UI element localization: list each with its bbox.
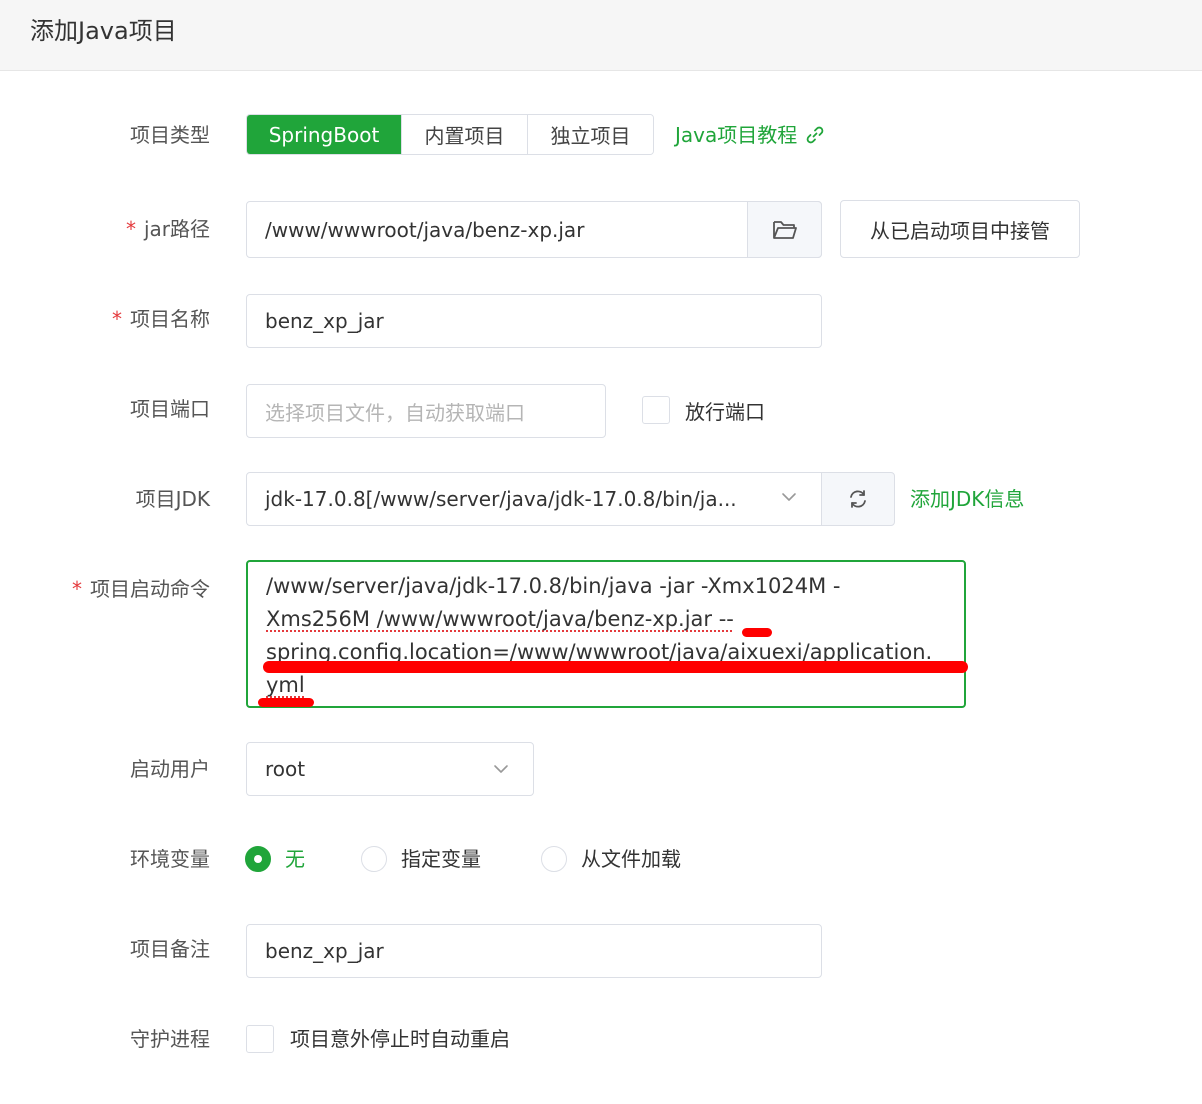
refresh-icon [847, 488, 869, 510]
start-user-select[interactable]: root [246, 742, 534, 796]
env-vars-label: 环境变量 [130, 847, 210, 871]
annotation-underline [263, 661, 968, 673]
project-port-label: 项目端口 [130, 397, 210, 421]
refresh-jdk-button[interactable] [821, 472, 895, 526]
command-line-2: Xms256M /www/wwwroot/java/benz-xp.jar -- [266, 607, 734, 631]
project-type-label: 项目类型 [130, 123, 210, 147]
project-name-input[interactable]: benz_xp_jar [246, 294, 822, 348]
project-type-standalone[interactable]: 独立项目 [527, 115, 653, 154]
command-line-4: yml [266, 673, 305, 697]
env-none-radio[interactable] [245, 846, 271, 872]
java-tutorial-link[interactable]: Java项目教程 [675, 121, 825, 149]
env-none-label: 无 [285, 847, 305, 871]
env-file-radio[interactable] [541, 846, 567, 872]
start-command-textarea[interactable]: /www/server/java/jdk-17.0.8/bin/java -ja… [246, 560, 966, 708]
dialog-header: 添加Java项目 [0, 0, 1202, 71]
project-type-builtin[interactable]: 内置项目 [401, 115, 527, 154]
project-note-input[interactable]: benz_xp_jar [246, 924, 822, 978]
add-jdk-link[interactable]: 添加JDK信息 [910, 485, 1024, 513]
auto-restart-checkbox[interactable] [246, 1025, 274, 1053]
takeover-running-project-button[interactable]: 从已启动项目中接管 [840, 200, 1080, 258]
env-file-label: 从文件加载 [581, 847, 681, 871]
start-user-label: 启动用户 [130, 757, 210, 781]
annotation-mark-dashes [742, 628, 772, 637]
project-name-label: * 项目名称 [112, 307, 210, 331]
jar-path-label: * jar路径 [125, 217, 210, 241]
annotation-mark-yml [258, 698, 314, 707]
env-specify-label: 指定变量 [401, 847, 481, 871]
project-port-input[interactable]: 选择项目文件，自动获取端口 [246, 384, 606, 438]
chevron-down-icon [492, 763, 510, 775]
folder-icon [772, 219, 798, 241]
chevron-down-icon [780, 491, 798, 503]
project-type-segmented: SpringBoot 内置项目 独立项目 [246, 114, 654, 155]
jar-path-input[interactable]: /www/wwwroot/java/benz-xp.jar [246, 201, 822, 258]
browse-folder-button[interactable] [747, 201, 822, 258]
start-command-label: * 项目启动命令 [72, 577, 210, 601]
jdk-select[interactable]: jdk-17.0.8[/www/server/java/jdk-17.0.8/b… [246, 472, 822, 526]
project-type-springboot[interactable]: SpringBoot [247, 115, 401, 154]
release-port-label: 放行端口 [685, 400, 765, 424]
env-specify-radio[interactable] [361, 846, 387, 872]
release-port-checkbox[interactable] [642, 396, 670, 424]
dialog-title: 添加Java项目 [30, 17, 177, 45]
daemon-label: 守护进程 [130, 1027, 210, 1051]
project-jdk-label: 项目JDK [135, 487, 210, 511]
command-line-1: /www/server/java/jdk-17.0.8/bin/java -ja… [266, 574, 841, 598]
project-note-label: 项目备注 [130, 937, 210, 961]
external-link-icon [805, 125, 825, 145]
auto-restart-label: 项目意外停止时自动重启 [290, 1027, 510, 1051]
